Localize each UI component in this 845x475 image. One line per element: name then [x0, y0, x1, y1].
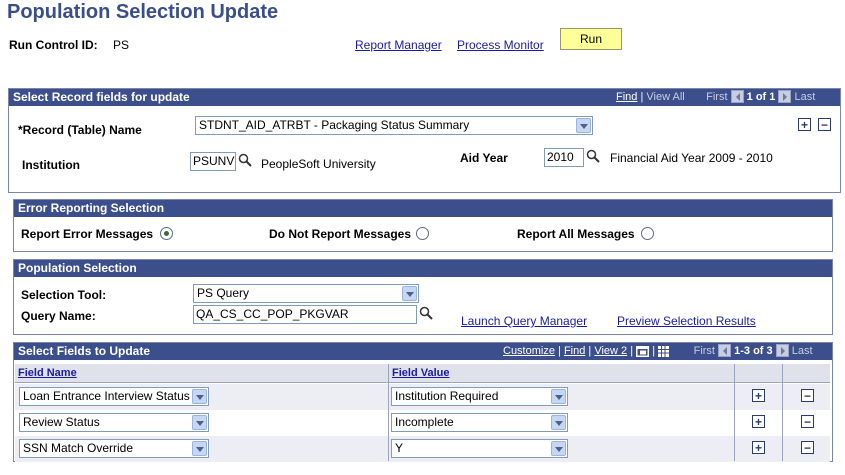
field-value-value: Incomplete: [395, 415, 454, 429]
record-count: 1 of 1: [746, 91, 776, 103]
selection-tool-value: PS Query: [197, 286, 250, 300]
error-reporting-section: Error Reporting Selection Report Error M…: [13, 199, 833, 252]
chevron-down-icon: [402, 286, 417, 301]
delete-row-icon[interactable]: −: [818, 118, 831, 131]
page-title: Population Selection Update: [7, 1, 279, 23]
col-delete-header: [783, 364, 830, 383]
record-first-label: First: [706, 91, 728, 103]
report-error-messages-label: Report Error Messages: [21, 227, 154, 241]
aid-year-input[interactable]: 2010: [544, 148, 584, 167]
aid-year-desc: Financial Aid Year 2009 - 2010: [610, 151, 773, 165]
run-control-value: PS: [113, 38, 130, 52]
fields-first-label: First: [693, 345, 715, 357]
record-fields-section: Select Record fields for update Find | V…: [8, 88, 841, 193]
new-window-icon[interactable]: [636, 345, 650, 357]
customize-link[interactable]: Customize: [503, 345, 555, 357]
population-selection-section: Population Selection Selection Tool: PS …: [13, 259, 833, 335]
record-section-header: Select Record fields for update Find | V…: [9, 89, 840, 106]
fields-next-icon: [775, 343, 789, 357]
query-lookup-icon[interactable]: [419, 306, 433, 320]
column-divider: [734, 364, 735, 461]
table-row: Review Status Incomplete + −: [15, 410, 830, 436]
record-name-select[interactable]: STDNT_AID_ATRBT - Packaging Status Summa…: [195, 116, 593, 135]
add-row-icon[interactable]: +: [752, 415, 765, 428]
fields-nav: Customize | Find | View 2 | | First 1-3 …: [503, 343, 813, 357]
field-value-value: Institution Required: [395, 389, 499, 403]
launch-query-manager-link[interactable]: Launch Query Manager: [461, 314, 587, 328]
record-nav: Find | View All First 1 of 1 Last: [616, 89, 815, 106]
add-row-icon[interactable]: +: [798, 118, 811, 131]
record-find-link[interactable]: Find: [616, 91, 637, 103]
fields-find-link[interactable]: Find: [564, 345, 585, 357]
chevron-down-icon: [576, 118, 591, 133]
delete-row-icon[interactable]: −: [801, 441, 814, 454]
col-field-name[interactable]: Field Name: [15, 364, 388, 383]
chevron-down-icon: [192, 389, 207, 404]
aid-year-lookup-icon[interactable]: [586, 149, 600, 163]
field-value-select[interactable]: Incomplete: [391, 413, 568, 432]
fields-section-title: Select Fields to Update: [18, 344, 151, 358]
record-nav-sep: |: [640, 91, 644, 103]
delete-row-icon[interactable]: −: [801, 415, 814, 428]
view-2-link[interactable]: View 2: [594, 345, 627, 357]
selection-tool-select[interactable]: PS Query: [193, 284, 419, 303]
chevron-down-icon: [192, 415, 207, 430]
record-name-label: *Record (Table) Name: [18, 123, 142, 137]
query-name-input[interactable]: QA_CS_CC_POP_PKGVAR: [193, 305, 417, 324]
error-section-header: Error Reporting Selection: [14, 200, 832, 217]
institution-desc: PeopleSoft University: [261, 157, 376, 171]
record-next-icon: [778, 89, 792, 103]
fields-to-update-section: Select Fields to Update Customize | Find…: [13, 342, 833, 462]
chevron-down-icon: [551, 415, 566, 430]
report-all-messages-label: Report All Messages: [517, 227, 635, 241]
column-divider: [388, 364, 389, 461]
table-row: Loan Entrance Interview Status Instituti…: [15, 384, 830, 410]
field-name-select[interactable]: Loan Entrance Interview Status: [19, 387, 209, 406]
run-control-label: Run Control ID:: [9, 38, 98, 52]
institution-input[interactable]: PSUNV: [190, 152, 236, 171]
add-row-icon[interactable]: +: [752, 441, 765, 454]
field-name-value: SSN Match Override: [23, 441, 134, 455]
download-grid-icon[interactable]: [658, 345, 670, 357]
record-section-title: Select Record fields for update: [13, 90, 190, 104]
add-row-icon[interactable]: +: [752, 389, 765, 402]
aid-year-label: Aid Year: [460, 151, 508, 165]
field-value-select[interactable]: Institution Required: [391, 387, 568, 406]
fields-last-label: Last: [791, 345, 813, 357]
institution-lookup-icon[interactable]: [238, 153, 252, 167]
record-name-value: STDNT_AID_ATRBT - Packaging Status Summa…: [199, 118, 470, 132]
record-view-all: View All: [646, 91, 685, 103]
record-prev-icon: [730, 89, 744, 103]
table-row: SSN Match Override Y + −: [15, 436, 830, 462]
field-value-select[interactable]: Y: [391, 439, 568, 458]
report-error-messages-radio[interactable]: [160, 227, 173, 240]
field-name-select[interactable]: SSN Match Override: [19, 439, 209, 458]
fields-section-header: Select Fields to Update Customize | Find…: [14, 343, 832, 360]
col-field-value[interactable]: Field Value: [389, 364, 734, 383]
query-name-label: Query Name:: [21, 309, 96, 323]
fields-prev-icon: [718, 343, 732, 357]
column-divider: [782, 364, 783, 461]
delete-row-icon[interactable]: −: [801, 389, 814, 402]
report-manager-link[interactable]: Report Manager: [355, 38, 442, 52]
chevron-down-icon: [551, 389, 566, 404]
chevron-down-icon: [192, 441, 207, 456]
institution-label: Institution: [22, 158, 80, 172]
do-not-report-messages-radio[interactable]: [416, 227, 429, 240]
col-add-header: [735, 364, 782, 383]
field-name-value: Review Status: [23, 415, 100, 429]
process-monitor-link[interactable]: Process Monitor: [457, 38, 544, 52]
run-button[interactable]: Run: [560, 28, 622, 50]
selection-tool-label: Selection Tool:: [21, 288, 107, 302]
chevron-down-icon: [551, 441, 566, 456]
field-name-select[interactable]: Review Status: [19, 413, 209, 432]
field-name-value: Loan Entrance Interview Status: [23, 389, 190, 403]
field-value-value: Y: [395, 441, 404, 455]
do-not-report-messages-label: Do Not Report Messages: [269, 227, 412, 241]
record-last-label: Last: [794, 91, 816, 103]
population-section-header: Population Selection: [14, 260, 832, 277]
fields-count: 1-3 of 3: [734, 345, 773, 357]
preview-selection-results-link[interactable]: Preview Selection Results: [617, 314, 756, 328]
report-all-messages-radio[interactable]: [641, 227, 654, 240]
